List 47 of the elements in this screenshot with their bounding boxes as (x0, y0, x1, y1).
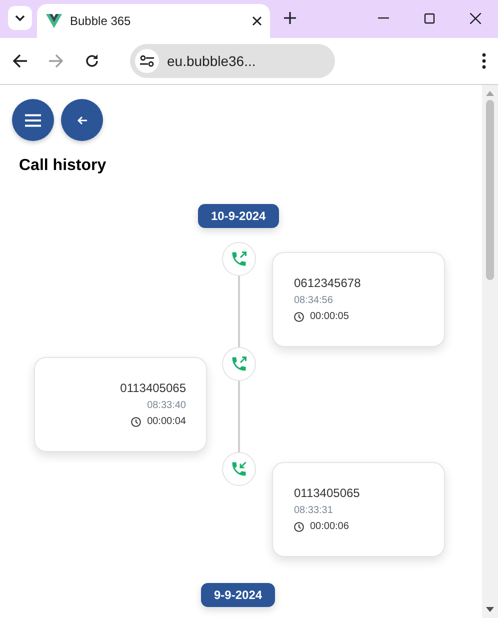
close-icon (252, 16, 262, 26)
call-duration: 00:00:05 (310, 311, 349, 322)
chevron-down-icon (15, 14, 25, 22)
call-card[interactable]: 0612345678 08:34:56 00:00:05 (272, 252, 445, 347)
call-duration: 00:00:06 (310, 521, 349, 532)
outgoing-call-icon (230, 355, 248, 373)
forward-arrow-icon (49, 54, 63, 68)
new-tab-button[interactable] (284, 12, 296, 24)
menu-button[interactable] (12, 99, 54, 141)
plus-icon (284, 12, 296, 24)
vue-logo-icon (46, 14, 62, 28)
page-title: Call history (19, 157, 106, 175)
menu-icon (25, 114, 41, 126)
address-bar[interactable]: eu.bubble36... (130, 44, 335, 78)
clock-icon (131, 416, 142, 426)
call-time: 08:33:40 (147, 400, 186, 411)
date-badge: 9-9-2024 (201, 583, 276, 607)
scrollbar-thumb[interactable] (486, 100, 494, 280)
back-button[interactable] (61, 99, 103, 141)
clock-icon (294, 522, 304, 532)
call-card[interactable]: 0113405065 08:33:31 00:00:06 (272, 462, 445, 557)
back-arrow-icon (13, 54, 27, 68)
phone-number: 0612345678 (294, 276, 361, 290)
scroll-down-arrow-icon[interactable] (486, 607, 494, 612)
phone-number: 0113405065 (294, 486, 360, 500)
phone-number: 0113405065 (120, 381, 186, 395)
close-icon (470, 12, 480, 24)
outgoing-call-icon (230, 250, 248, 268)
back-arrow-icon (77, 116, 87, 124)
browser-menu-button[interactable] (482, 53, 486, 69)
tab-search-button[interactable] (8, 6, 32, 30)
call-duration: 00:00:04 (147, 416, 186, 427)
incoming-call-icon (230, 460, 248, 478)
tab-title: Bubble 365 (70, 14, 132, 28)
call-card[interactable]: 0113405065 08:33:40 00:00:04 (34, 357, 207, 452)
clock-icon (294, 312, 304, 322)
maximize-icon (424, 12, 434, 24)
url-text: eu.bubble36... (167, 53, 256, 69)
date-badge: 10-9-2024 (198, 204, 279, 228)
more-vertical-icon (482, 53, 486, 69)
tune-icon (140, 55, 154, 67)
close-tab-button[interactable] (252, 16, 262, 26)
reload-icon (85, 54, 99, 68)
call-time: 08:34:56 (294, 295, 333, 306)
site-info-button[interactable] (135, 49, 159, 73)
call-time: 08:33:31 (294, 505, 333, 516)
browser-tab[interactable]: Bubble 365 (37, 4, 270, 38)
